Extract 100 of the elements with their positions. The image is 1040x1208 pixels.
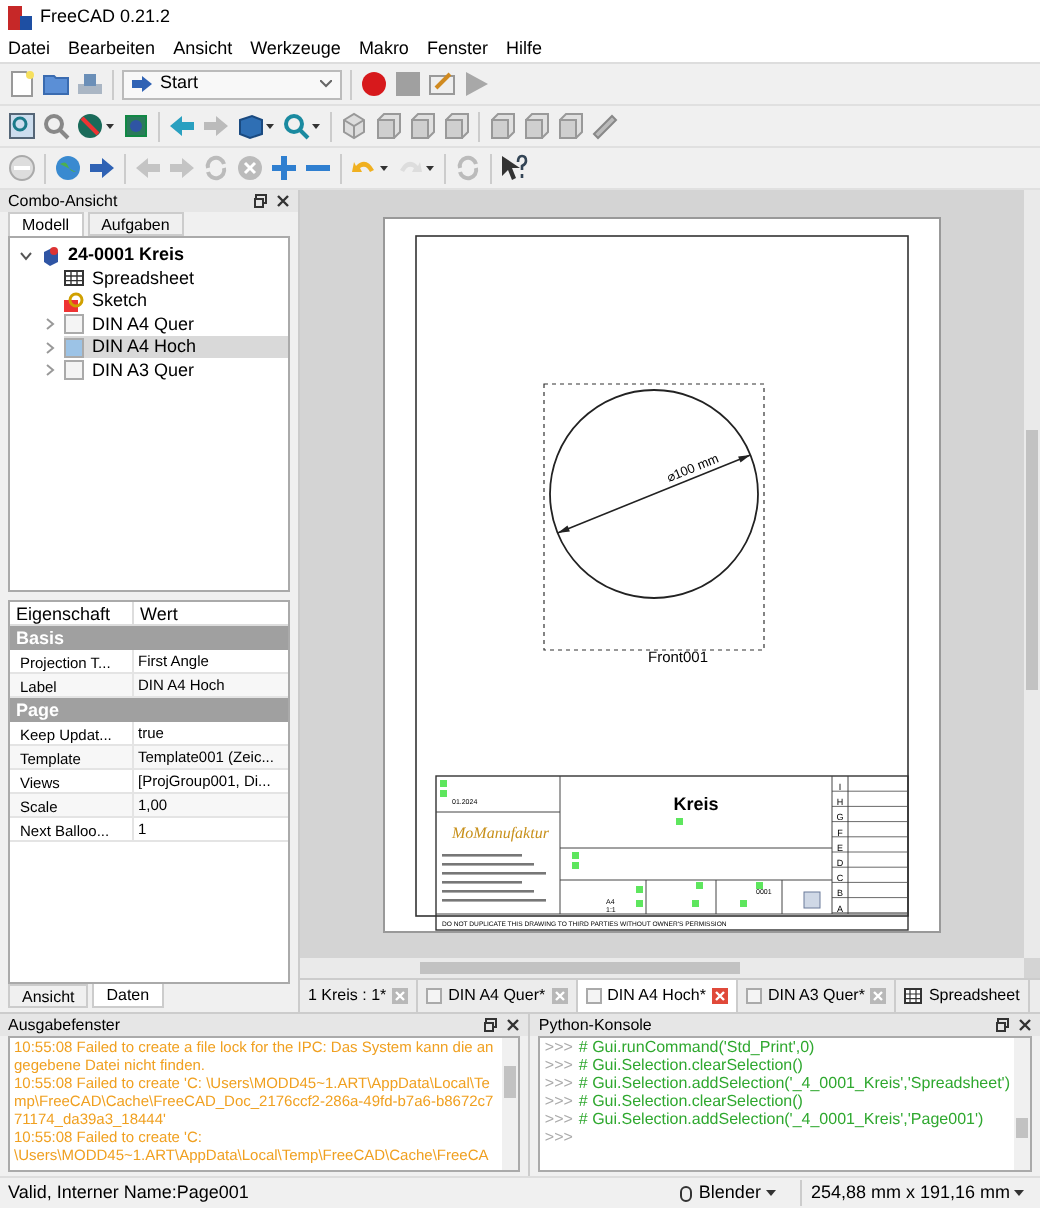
console-prompt: >>> [544,1056,573,1074]
console-line: # Gui.runCommand('Std_Print',0) [578,1038,815,1056]
menu-item[interactable]: Bearbeiten [68,35,156,63]
console-prompt: >>> [544,1110,573,1128]
console-prompt: >>> [544,1074,573,1092]
zoom-icon[interactable] [282,112,322,140]
arrow-icon [132,76,152,92]
drawing-title: Kreis [673,794,719,814]
draw-style-icon[interactable] [76,112,116,140]
refresh-icon[interactable] [202,154,230,182]
console-line: # Gui.Selection.clearSelection() [578,1092,803,1110]
console-line: # Gui.Selection.addSelection('_4_0001_Kreis','Page001') [578,1110,984,1128]
front-view-icon[interactable] [408,112,436,140]
column-header[interactable]: Wert [134,602,288,624]
float-icon[interactable] [996,1018,1010,1032]
stop-icon[interactable] [236,154,264,182]
isometric-view-icon[interactable] [340,112,368,140]
console-line: # Gui.Selection.clearSelection() [578,1056,803,1074]
front-view-icon[interactable] [488,112,516,140]
whats-this-icon[interactable] [500,154,528,182]
record-icon[interactable] [360,70,388,98]
app-logo-icon [8,6,32,30]
menu-item[interactable]: Fenster [426,35,488,63]
fit-all-icon[interactable] [8,112,36,140]
status-message: Valid, Interner Name:Page001 [8,1179,251,1206]
back-arrow-icon[interactable] [168,112,196,140]
home-page-icon[interactable] [8,154,36,182]
front-view-icon[interactable] [374,112,402,140]
new-file-icon[interactable] [8,70,36,98]
panel-title: Ausgabefenster [8,1013,121,1037]
menu-item[interactable]: Makro [358,35,409,63]
spreadsheet-icon [904,988,923,1004]
company-logo: MoManufaktur [452,824,549,842]
plus-icon[interactable] [270,154,298,182]
document-tab[interactable]: DIN A4 Hoch* [577,980,738,1012]
menu-item[interactable]: Werkzeuge [250,35,341,63]
vertical-scrollbar[interactable] [502,1038,519,1170]
front-view-icon[interactable] [556,112,584,140]
panel-tab[interactable]: Ansicht [8,984,89,1008]
page-icon [64,314,84,335]
workbench-dropdown[interactable]: Start [122,69,342,99]
page-icon [64,337,84,358]
page-icon [585,988,602,1004]
measure-icon[interactable] [590,112,618,140]
navigation-style-button[interactable]: Blender [672,1179,785,1207]
globe-icon[interactable] [54,154,82,182]
panel-tab[interactable]: Daten [92,984,164,1008]
menu-item[interactable]: Ansicht [173,35,233,63]
front-view-icon[interactable] [442,112,470,140]
circle-drawing[interactable] [549,389,759,599]
mouse-icon [680,1185,693,1201]
console-prompt: >>> [544,1038,573,1056]
left-arrow-icon[interactable] [134,154,162,182]
column-header[interactable]: Eigenschaft [10,602,134,624]
dimension-unit-button[interactable]: 254,88 mm x 191,16 mm [800,1179,1032,1207]
bounding-box-icon[interactable] [122,112,150,140]
right-arrow-icon[interactable] [88,154,116,182]
chevron-down-icon [320,80,332,88]
page-icon [426,988,443,1004]
vertical-scrollbar[interactable] [1024,190,1040,958]
tree-item[interactable]: DIN A4 Quer [64,313,288,336]
macro-editor-icon[interactable] [428,70,456,98]
menu-item[interactable]: Datei [8,35,51,63]
panel-tab[interactable]: Aufgaben [87,212,184,236]
float-icon[interactable] [484,1018,499,1032]
console-line: # Gui.Selection.addSelection('_4_0001_Kreis','Spreadsheet') [578,1074,1010,1092]
forward-arrow-icon[interactable] [202,112,230,140]
close-icon[interactable] [506,1018,521,1032]
float-icon[interactable] [254,194,268,208]
spreadsheet-icon [64,268,84,289]
page-icon [745,988,762,1004]
front-view-icon[interactable] [522,112,550,140]
menu-item[interactable]: Hilfe [505,35,542,63]
tree-item[interactable]: Sketch [64,290,288,313]
tree-item[interactable]: Spreadsheet [64,267,288,290]
save-icon[interactable] [76,70,104,98]
stop-icon[interactable] [394,70,422,98]
tree-item[interactable]: DIN A3 Quer [64,359,288,382]
folder-icon[interactable] [42,70,70,98]
panel-title: Python-Konsole [538,1013,652,1037]
panel-tab[interactable]: Modell [8,212,84,236]
window-title: FreeCAD 0.21.2 [40,4,171,31]
caret-icon [766,1190,777,1196]
page-icon [64,360,84,381]
tree-item[interactable]: 24-0001 Kreis [40,244,264,267]
address-text-drawing [442,854,546,902]
tree-item[interactable]: DIN A4 Hoch [64,336,288,359]
magnifier-icon[interactable] [42,112,70,140]
cube-icon[interactable] [236,112,276,140]
panel-title: Combo-Ansicht [8,189,118,213]
recompute-icon[interactable] [454,154,482,182]
console-prompt: >>> [544,1092,573,1110]
close-icon[interactable] [1018,1018,1032,1032]
play-icon[interactable] [462,70,490,98]
caret-icon [1014,1190,1024,1196]
close-icon[interactable] [276,194,290,208]
dimension-line[interactable] [556,454,752,534]
sketch-icon [64,291,84,312]
vertical-scrollbar[interactable] [1014,1038,1030,1170]
horizontal-scrollbar[interactable] [300,958,1024,978]
